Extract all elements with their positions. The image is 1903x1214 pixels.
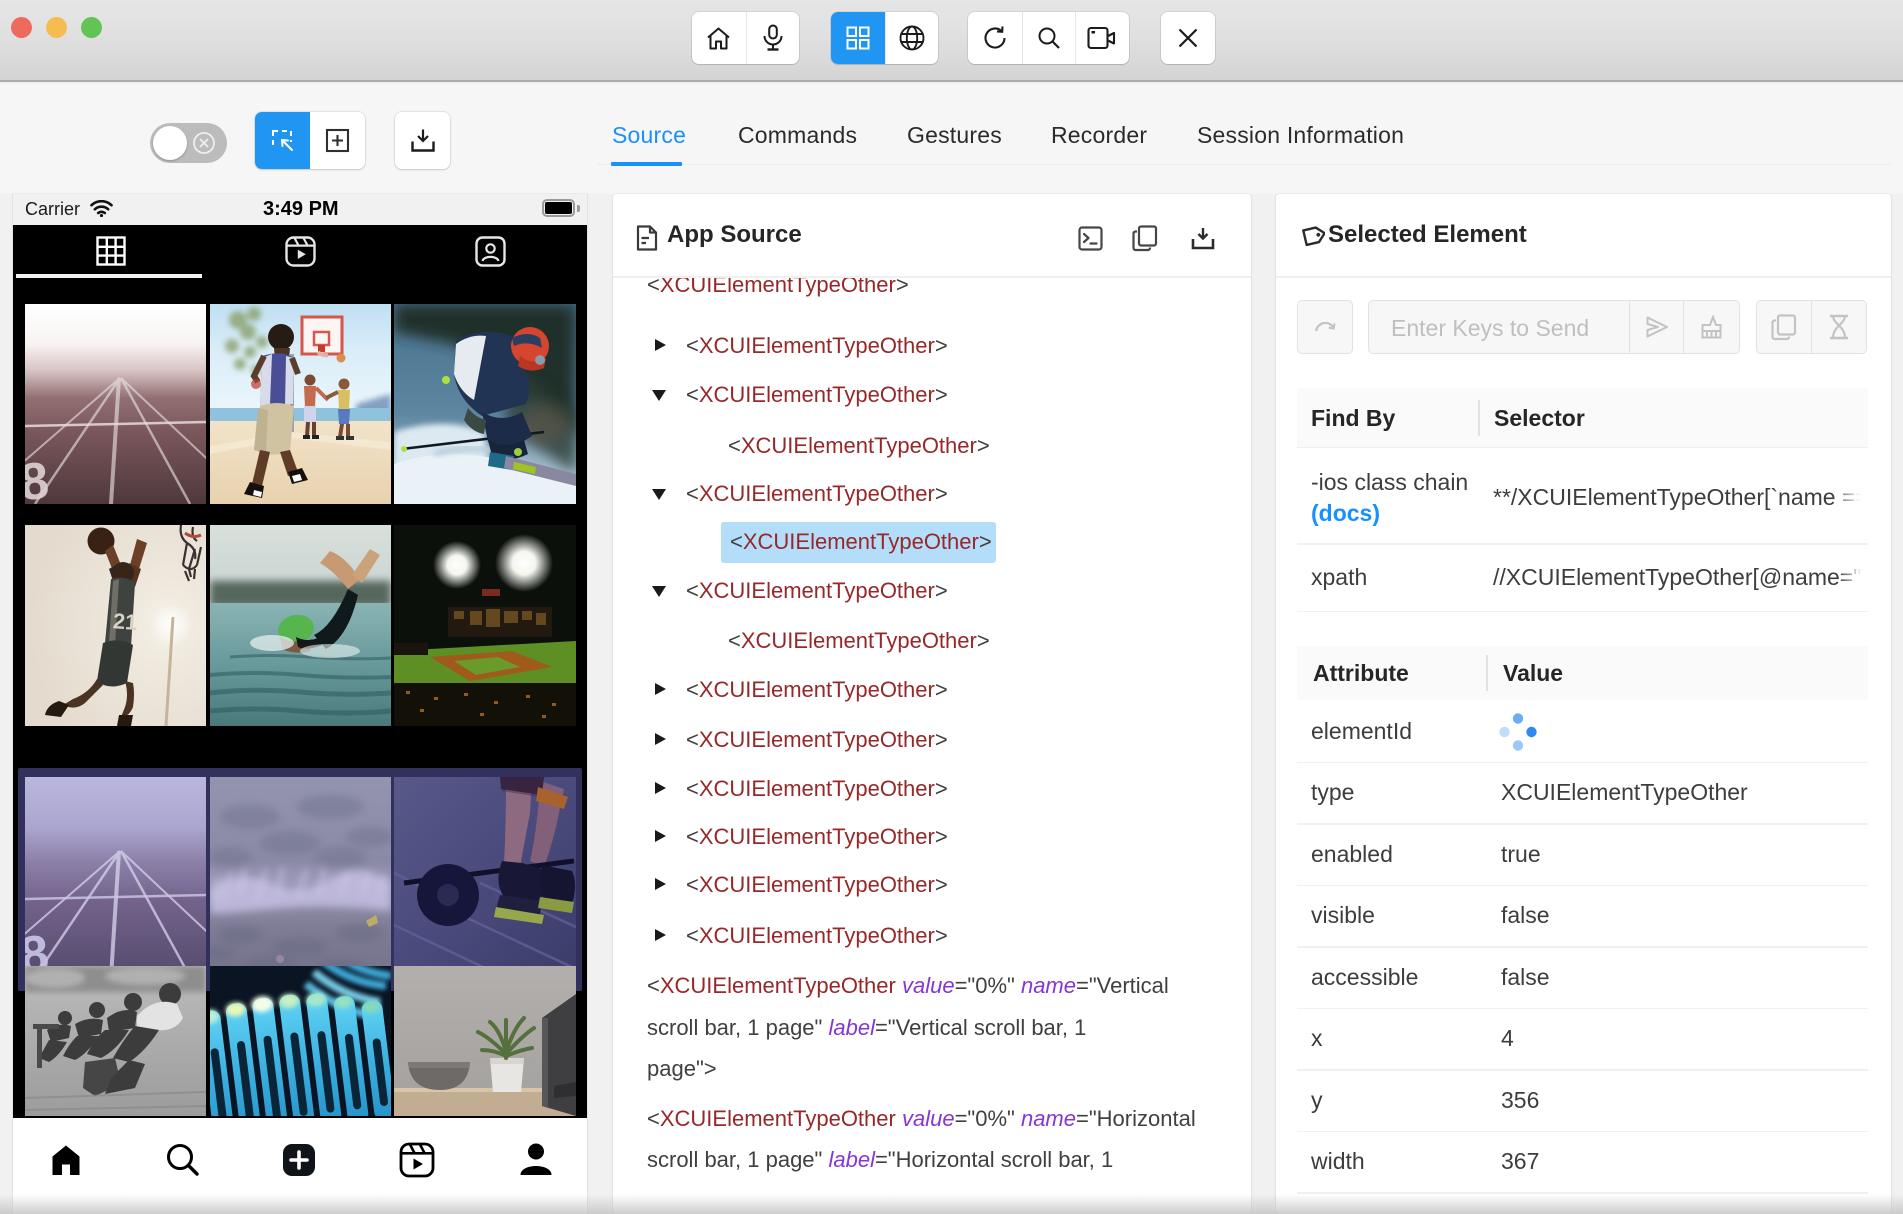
svg-text:21: 21 [112,608,138,635]
